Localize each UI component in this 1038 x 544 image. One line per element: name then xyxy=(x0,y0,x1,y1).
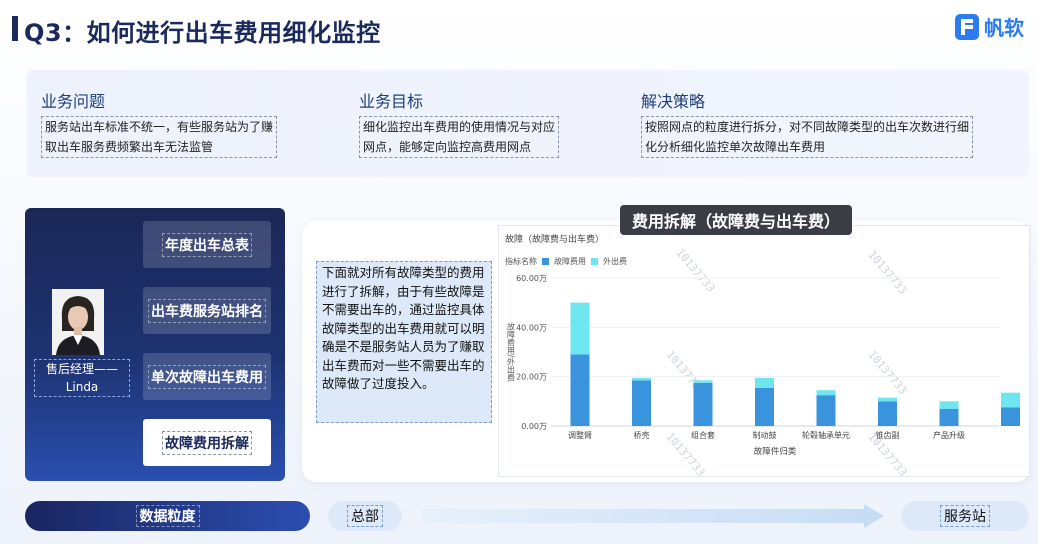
section-line: 网点，能够定向监控高费用网点 xyxy=(363,140,532,154)
section-line: 取出车服务费频繁出车无法监管 xyxy=(45,140,214,154)
navigation-panel: 售后经理—— Linda 年度出车总表 出车费服务站排名 单次故障出车费用 故障… xyxy=(25,208,285,481)
title-accent-bar xyxy=(12,16,18,41)
section-title: 解决策略 xyxy=(641,92,706,111)
x-tick-label: 调整臂 xyxy=(568,430,592,440)
brand-logo: 帆软 xyxy=(955,12,1024,41)
person-name: Linda xyxy=(65,380,99,394)
button-label: 出车费服务站排名 xyxy=(148,298,266,323)
bar-fault-cost xyxy=(878,401,897,426)
y-tick-label: 0.00万 xyxy=(521,422,547,431)
button-label: 单次故障出车费用 xyxy=(148,364,266,389)
cost-breakdown-panel: 下面就对所有故障类型的费用进行了拆解，由于有些故障是不需要出车的，通过监控具体故… xyxy=(302,205,1030,482)
section-line: 服务站出车标准不统一，有些服务站为了赚 xyxy=(45,120,274,134)
pill-label: 数据粒度 xyxy=(135,505,200,527)
bar-chart: 0.00万 20.00万 40.00万 60.00万故障费用/外出费调整臂 桥壳 组合套 制… xyxy=(507,274,1020,457)
bar-dispatch-cost xyxy=(632,377,651,381)
bar-fault-cost xyxy=(939,408,959,426)
bar-dispatch-cost xyxy=(570,302,590,355)
page-title: Q3：如何进行出车费用细化监控 xyxy=(24,19,381,47)
solution-strategy-section: 解决策略 按照网点的粒度进行拆分，对不同故障类型的出车次数进行细 化分析细化监控… xyxy=(641,88,974,158)
single-fault-dispatch-cost-button[interactable]: 单次故障出车费用 xyxy=(143,353,271,400)
section-text: 服务站出车标准不统一，有些服务站为了赚 取出车服务费频繁出车无法监管 xyxy=(41,116,278,158)
fault-cost-breakdown-button[interactable]: 故障费用拆解 xyxy=(143,419,271,466)
bar-dispatch-cost xyxy=(816,390,836,396)
fanruan-logo-icon xyxy=(955,13,979,40)
bar-fault-cost xyxy=(632,380,651,426)
x-tick-label: 组合套 xyxy=(691,430,715,440)
button-label: 故障费用拆解 xyxy=(162,430,252,455)
section-line: 按照网点的粒度进行拆分，对不同故障类型的出车次数进行细 xyxy=(645,120,970,134)
bar-fault-cost xyxy=(693,382,713,426)
bar-dispatch-cost xyxy=(1001,392,1020,408)
bar-fault-cost xyxy=(570,354,590,426)
x-axis-label: 故障件归类 xyxy=(754,446,797,457)
chart-container: 10137733 10137733 10137733 10137733 1013… xyxy=(498,225,1030,477)
bar-fault-cost xyxy=(755,387,774,426)
section-title: 业务问题 xyxy=(41,92,106,111)
y-tick-label: 60.00万 xyxy=(516,274,547,283)
section-text: 细化监控出车费用的使用情况与对应 网点，能够定向监控高费用网点 xyxy=(359,116,560,158)
logo-text: 帆软 xyxy=(984,16,1024,40)
section-line: 化分析细化监控单次故障出车费用 xyxy=(645,140,826,154)
headquarters-pill: 总部 xyxy=(328,501,402,531)
person-portrait-icon xyxy=(52,289,104,355)
bar-dispatch-cost xyxy=(939,401,959,409)
service-station-ranking-button[interactable]: 出车费服务站排名 xyxy=(143,287,271,334)
y-tick-label: 20.00万 xyxy=(516,373,547,382)
business-problem-section: 业务问题 服务站出车标准不统一，有些服务站为了赚 取出车服务费频繁出车无法监管 xyxy=(41,88,278,158)
section-title: 业务目标 xyxy=(359,92,424,111)
bar-dispatch-cost xyxy=(755,377,774,388)
bar-dispatch-cost xyxy=(693,380,713,383)
x-tick-label: 锥齿副 xyxy=(876,430,900,440)
description-text: 下面就对所有故障类型的费用进行了拆解，由于有些故障是不需要出车的，通过监控具体故… xyxy=(316,261,492,423)
bar-dispatch-cost xyxy=(878,397,897,402)
x-tick-label: 轮毂轴承单元 xyxy=(802,430,850,440)
pill-label: 服务站 xyxy=(940,505,990,527)
section-tag: 费用拆解（故障费与出车费） xyxy=(620,205,853,235)
avatar xyxy=(52,289,104,355)
button-label: 年度出车总表 xyxy=(162,232,252,257)
section-text: 按照网点的粒度进行拆分，对不同故障类型的出车次数进行细 化分析细化监控单次故障出… xyxy=(641,116,974,158)
business-goal-section: 业务目标 细化监控出车费用的使用情况与对应 网点，能够定向监控高费用网点 xyxy=(359,88,560,158)
business-summary-panel: 业务问题 服务站出车标准不统一，有些服务站为了赚 取出车服务费频繁出车无法监管 … xyxy=(27,70,1029,177)
data-granularity-label: 数据粒度 xyxy=(25,501,310,531)
pill-label: 总部 xyxy=(347,505,383,527)
person-role: 售后经理—— xyxy=(45,362,118,376)
bar-fault-cost xyxy=(816,395,836,426)
section-line: 细化监控出车费用的使用情况与对应 xyxy=(363,120,556,134)
x-tick-label: 产品升级 xyxy=(933,430,965,440)
x-tick-label: 制动鼓 xyxy=(753,430,777,440)
bar-fault-cost xyxy=(1001,407,1020,426)
annual-dispatch-table-button[interactable]: 年度出车总表 xyxy=(143,221,271,268)
y-axis-label: 故障费用/外出费 xyxy=(507,322,516,383)
service-station-pill: 服务站 xyxy=(901,501,1029,531)
arrow-right-icon xyxy=(422,504,884,528)
person-label: 售后经理—— Linda xyxy=(34,359,130,397)
y-tick-label: 40.00万 xyxy=(516,323,547,332)
x-tick-label: 桥壳 xyxy=(634,430,650,440)
